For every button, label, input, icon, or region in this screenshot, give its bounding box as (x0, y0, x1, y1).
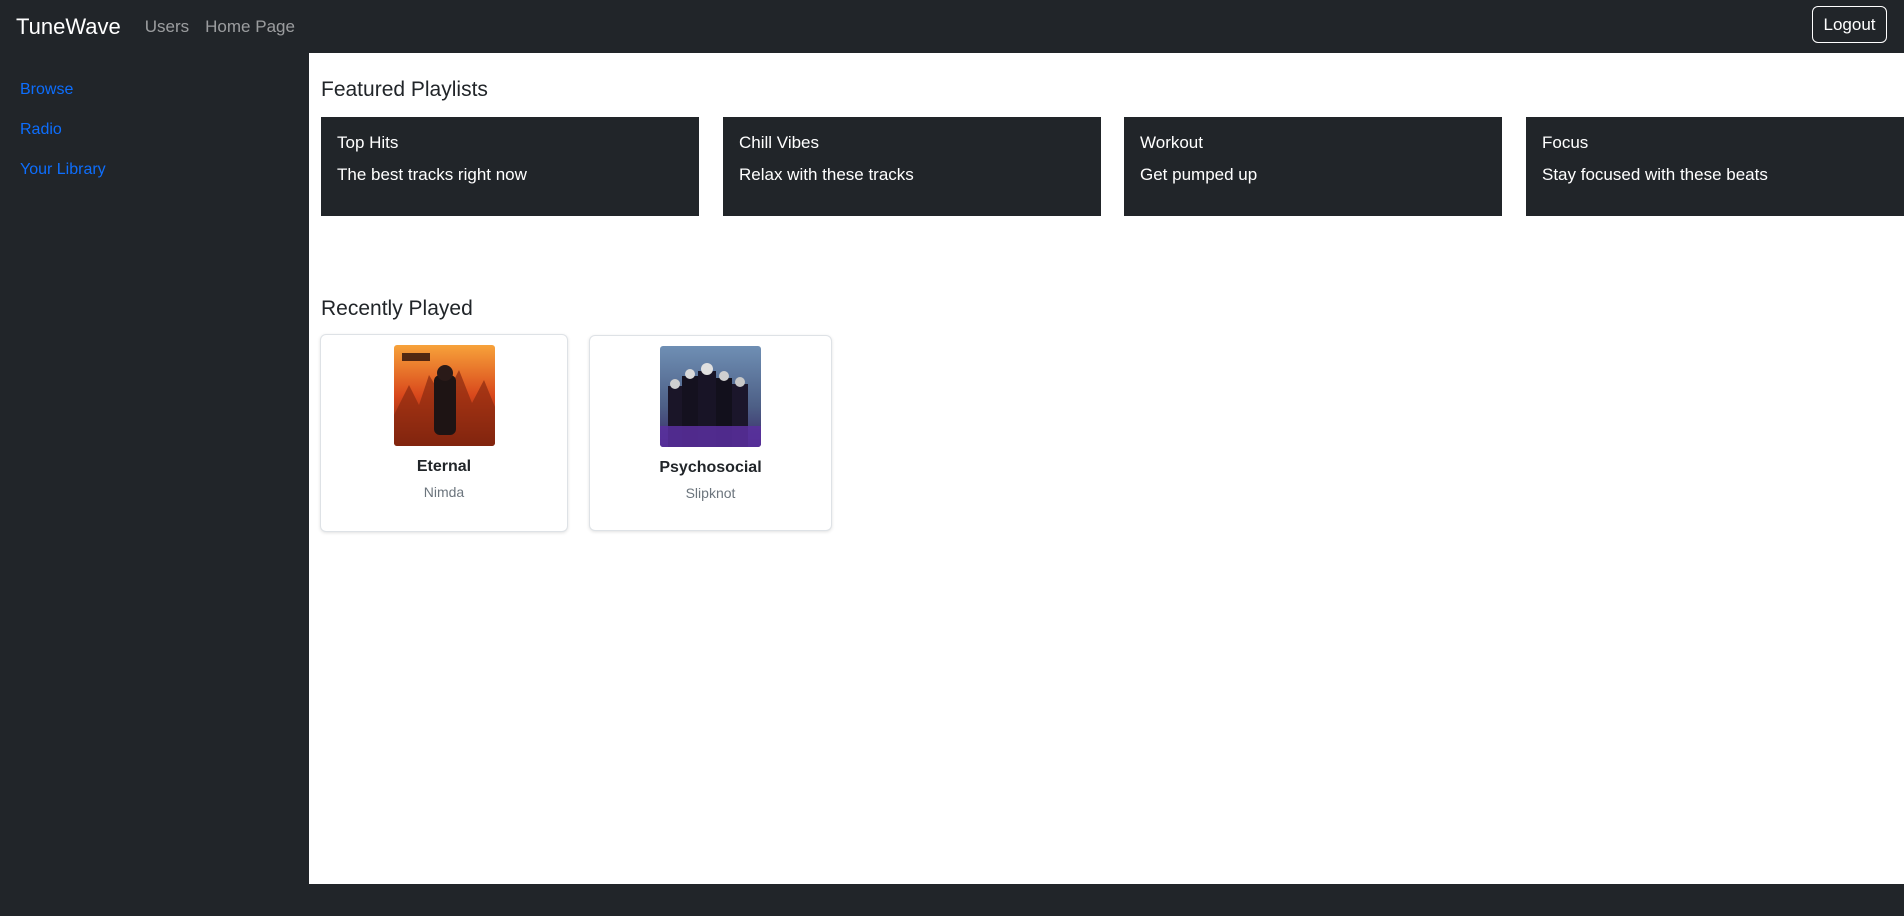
playlist-title: Top Hits (337, 133, 399, 152)
top-navbar: TuneWave Users Home Page Logout (0, 0, 1904, 53)
playlist-card-top-hits[interactable]: Top Hits The best tracks right now (321, 117, 699, 216)
track-card-eternal[interactable]: Eternal Nimda (320, 334, 568, 532)
main-content: Featured Playlists Top Hits The best tra… (309, 53, 1904, 884)
brand-logo[interactable]: TuneWave (16, 14, 121, 40)
playlist-title: Focus (1542, 133, 1589, 152)
footer-bar (0, 884, 1904, 916)
playlist-description: Stay focused with these beats (1542, 165, 1768, 184)
playlist-title: Chill Vibes (739, 133, 820, 152)
playlist-title: Workout (1140, 133, 1203, 152)
sidebar-item-browse[interactable]: Browse (20, 70, 309, 110)
recently-played-heading: Recently Played (321, 297, 473, 320)
playlist-card-chill-vibes[interactable]: Chill Vibes Relax with these tracks (723, 117, 1101, 216)
track-card-psychosocial[interactable]: Psychosocial Slipknot (589, 335, 832, 531)
nav-link-home-page[interactable]: Home Page (205, 17, 295, 37)
playlist-card-workout[interactable]: Workout Get pumped up (1124, 117, 1502, 216)
track-artist: Slipknot (685, 485, 736, 501)
playlist-description: The best tracks right now (337, 165, 527, 184)
track-artist: Nimda (423, 484, 465, 500)
album-cover-image (393, 345, 495, 446)
playlist-card-focus[interactable]: Focus Stay focused with these beats (1526, 117, 1904, 216)
sidebar: Browse Radio Your Library (0, 53, 309, 884)
nav-link-users[interactable]: Users (145, 17, 189, 37)
playlist-description: Relax with these tracks (739, 165, 914, 184)
track-title: Psychosocial (659, 459, 762, 476)
playlist-description: Get pumped up (1140, 165, 1258, 184)
featured-playlists-heading: Featured Playlists (321, 78, 488, 101)
logout-button[interactable]: Logout (1812, 6, 1887, 43)
album-cover-image (660, 346, 761, 447)
track-title: Eternal (416, 458, 472, 475)
sidebar-item-radio[interactable]: Radio (20, 110, 309, 150)
sidebar-item-your-library[interactable]: Your Library (20, 150, 309, 190)
